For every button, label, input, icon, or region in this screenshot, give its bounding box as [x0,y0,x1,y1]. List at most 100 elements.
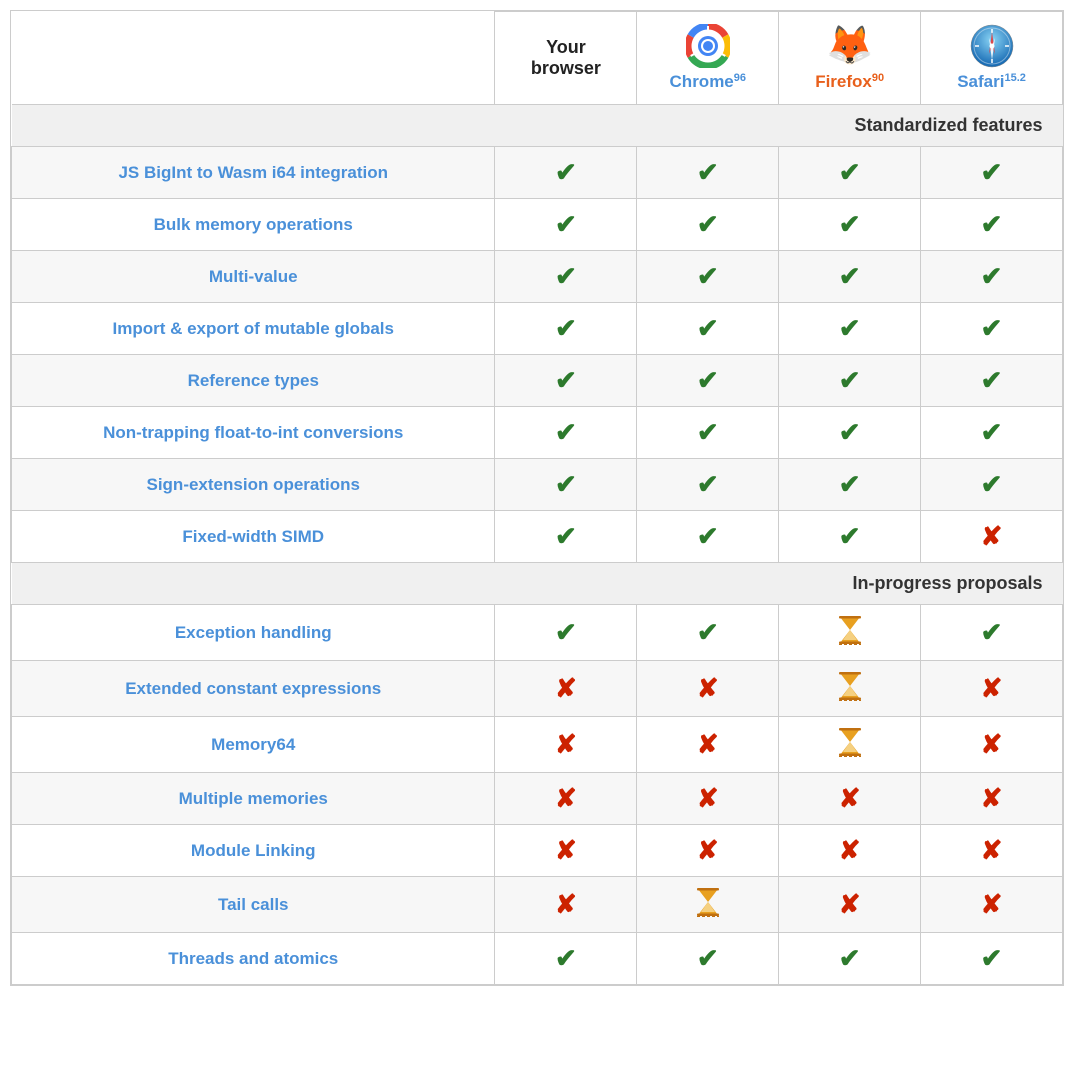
check-icon: ✔ [779,407,921,459]
check-icon: ✔ [637,511,779,563]
check-icon: ✔ [779,199,921,251]
check-icon: ✔ [921,407,1063,459]
feature-name: Bulk memory operations [12,199,495,251]
check-icon: ✔ [495,303,637,355]
check-icon: ✔ [637,459,779,511]
section-header-standardized: Standardized features [12,105,1063,147]
section-header-row: In-progress proposals [12,563,1063,605]
check-icon: ✔ [921,303,1063,355]
feature-name: Exception handling [12,605,495,661]
table-row: Memory64✘✘ ✘ [12,717,1063,773]
cross-icon: ✘ [921,717,1063,773]
feature-name: Sign-extension operations [12,459,495,511]
check-icon: ✔ [921,251,1063,303]
table-row: Exception handling✔✔ ✔ [12,605,1063,661]
check-icon: ✔ [495,251,637,303]
check-icon: ✔ [921,933,1063,985]
feature-name: Non-trapping float-to-int conversions [12,407,495,459]
feature-column-header [12,12,495,105]
check-icon: ✔ [921,605,1063,661]
check-icon: ✔ [779,933,921,985]
check-icon: ✔ [495,933,637,985]
check-icon: ✔ [495,147,637,199]
feature-name: Multiple memories [12,773,495,825]
check-icon: ✔ [779,355,921,407]
cross-icon: ✘ [637,717,779,773]
table-row: Non-trapping float-to-int conversions✔✔✔… [12,407,1063,459]
feature-name: Module Linking [12,825,495,877]
your-browser-header: Yourbrowser [495,12,637,105]
chrome-version: 96 [734,72,746,84]
hourglass-icon [637,877,779,933]
hourglass-icon [779,605,921,661]
section-header-in-progress: In-progress proposals [12,563,1063,605]
safari-icon [929,24,1054,68]
check-icon: ✔ [637,147,779,199]
check-icon: ✔ [779,303,921,355]
safari-version: 15.2 [1004,72,1025,84]
cross-icon: ✘ [637,825,779,877]
firefox-version: 90 [872,72,884,84]
feature-name: Import & export of mutable globals [12,303,495,355]
table-row: Tail calls✘ ✘✘ [12,877,1063,933]
cross-icon: ✘ [495,773,637,825]
firefox-header: 🦊 Firefox90 [779,12,921,105]
feature-name: Tail calls [12,877,495,933]
check-icon: ✔ [637,303,779,355]
safari-header: Safari15.2 [921,12,1063,105]
check-icon: ✔ [921,147,1063,199]
cross-icon: ✘ [779,877,921,933]
cross-icon: ✘ [921,773,1063,825]
table-row: Bulk memory operations✔✔✔✔ [12,199,1063,251]
your-browser-label: Yourbrowser [531,37,601,78]
firefox-icon: 🦊 [787,24,912,68]
check-icon: ✔ [779,147,921,199]
check-icon: ✔ [637,355,779,407]
check-icon: ✔ [495,407,637,459]
check-icon: ✔ [495,511,637,563]
check-icon: ✔ [637,407,779,459]
feature-name: JS BigInt to Wasm i64 integration [12,147,495,199]
cross-icon: ✘ [921,825,1063,877]
table-row: Fixed-width SIMD✔✔✔✘ [12,511,1063,563]
check-icon: ✔ [637,251,779,303]
feature-name: Multi-value [12,251,495,303]
cross-icon: ✘ [637,773,779,825]
check-icon: ✔ [921,459,1063,511]
feature-name: Reference types [12,355,495,407]
safari-label: Safari [957,72,1004,91]
hourglass-icon [779,717,921,773]
check-icon: ✔ [637,199,779,251]
check-icon: ✔ [921,355,1063,407]
table-row: JS BigInt to Wasm i64 integration✔✔✔✔ [12,147,1063,199]
table-row: Import & export of mutable globals✔✔✔✔ [12,303,1063,355]
cross-icon: ✘ [495,661,637,717]
cross-icon: ✘ [495,825,637,877]
check-icon: ✔ [495,605,637,661]
chrome-header: Chrome96 [637,12,779,105]
check-icon: ✔ [495,459,637,511]
check-icon: ✔ [637,605,779,661]
cross-icon: ✘ [921,877,1063,933]
check-icon: ✔ [779,459,921,511]
feature-name: Memory64 [12,717,495,773]
table-row: Multi-value✔✔✔✔ [12,251,1063,303]
cross-icon: ✘ [779,825,921,877]
chrome-icon [645,24,770,68]
cross-icon: ✘ [921,661,1063,717]
cross-icon: ✘ [495,877,637,933]
feature-name: Extended constant expressions [12,661,495,717]
table-row: Extended constant expressions✘✘ ✘ [12,661,1063,717]
table-row: Reference types✔✔✔✔ [12,355,1063,407]
section-header-row: Standardized features [12,105,1063,147]
check-icon: ✔ [779,511,921,563]
table-row: Threads and atomics✔✔✔✔ [12,933,1063,985]
table-row: Multiple memories✘✘✘✘ [12,773,1063,825]
check-icon: ✔ [495,199,637,251]
check-icon: ✔ [495,355,637,407]
check-icon: ✔ [779,251,921,303]
check-icon: ✔ [637,933,779,985]
hourglass-icon [779,661,921,717]
table-row: Module Linking✘✘✘✘ [12,825,1063,877]
firefox-label: Firefox [815,72,872,91]
